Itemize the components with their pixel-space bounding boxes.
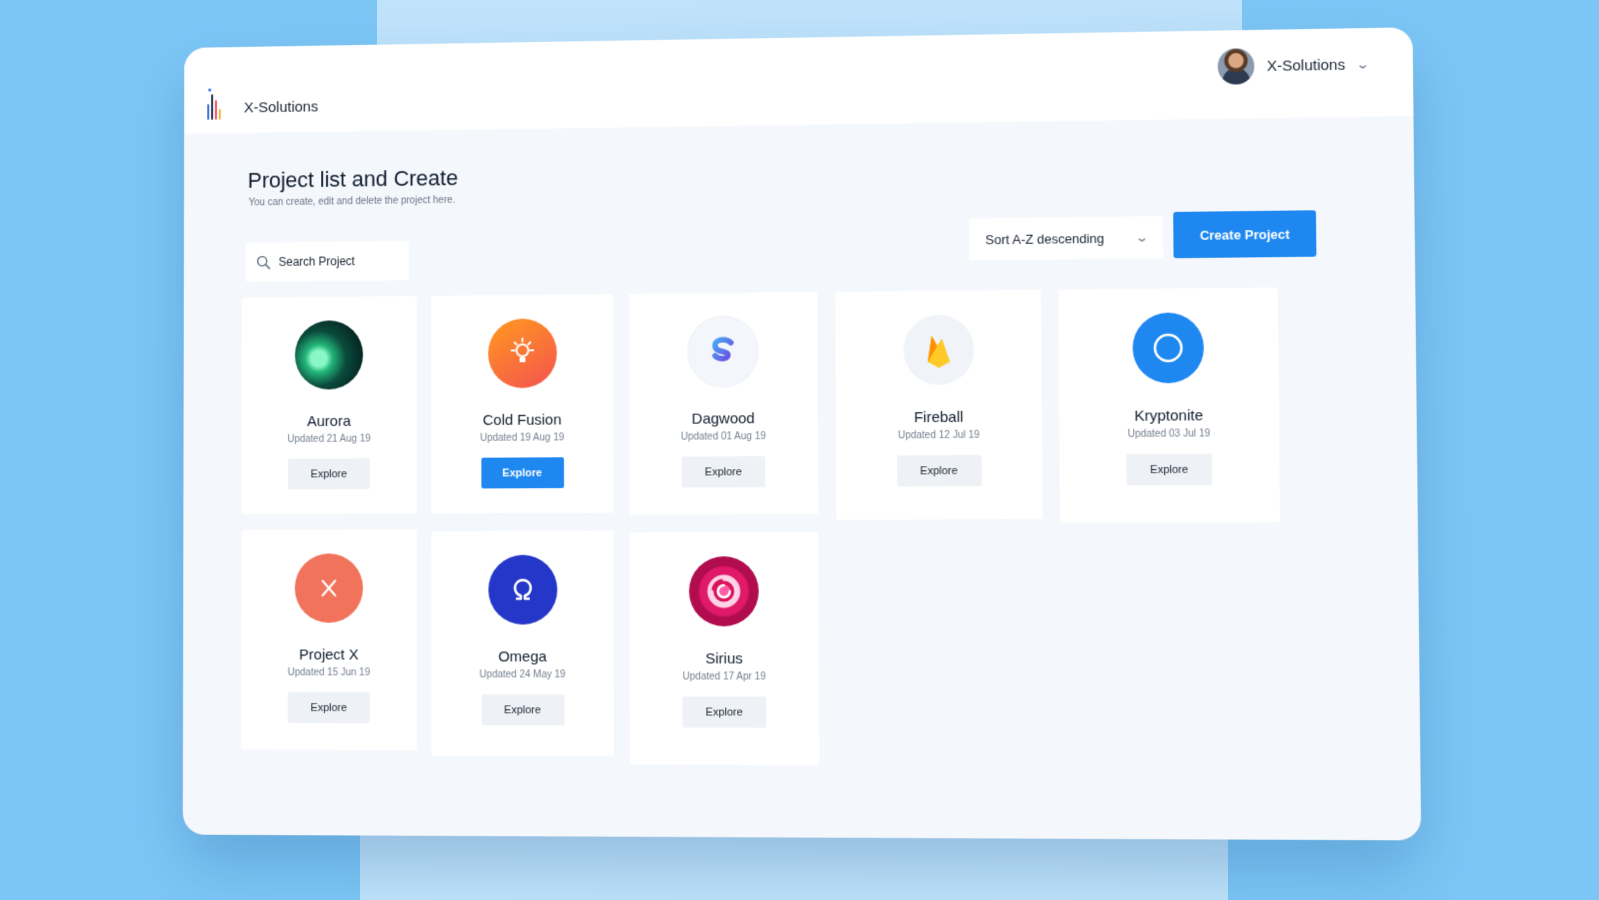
explore-button[interactable]: Explore [481,694,565,726]
project-card-cold-fusion: Cold Fusion Updated 19 Aug 19 Explore [431,294,614,514]
lightbulb-icon [487,318,557,389]
swirl-icon [688,556,759,627]
explore-button[interactable]: Explore [480,457,564,489]
chevron-down-icon[interactable]: ⌄ [1355,57,1370,71]
project-name: Aurora [307,413,351,431]
explore-button[interactable]: Explore [896,454,982,487]
project-name: Sirius [705,650,743,668]
project-grid: Aurora Updated 21 Aug 19 Explore Cold Fu… [241,287,1317,766]
project-updated: Updated 15 Jun 19 [287,667,371,679]
avatar[interactable] [1217,48,1255,85]
search-input[interactable]: Search Project [245,240,409,282]
chevron-down-icon: ⌄ [1134,230,1150,245]
app-window: X-Solutions X-Solutions ⌄ Project list a… [182,27,1422,841]
create-project-button[interactable]: Create Project [1173,210,1317,259]
search-icon [256,255,271,270]
project-updated: Updated 03 Jul 19 [1127,428,1211,440]
project-card-aurora: Aurora Updated 21 Aug 19 Explore [241,295,417,515]
project-updated: Updated 12 Jul 19 [897,429,980,442]
user-menu[interactable]: X-Solutions ⌄ [1217,46,1370,85]
explore-button[interactable]: Explore [287,692,370,724]
page-title: Project list and Create [247,165,459,193]
sort-label: Sort A-Z descending [985,230,1105,247]
flame-icon [902,314,974,386]
explore-button[interactable]: Explore [288,458,370,490]
x-icon [294,553,363,623]
explore-button[interactable]: Explore [682,696,767,728]
aurora-icon [294,320,364,390]
top-bar: X-Solutions X-Solutions ⌄ [184,27,1414,134]
project-updated: Updated 24 May 19 [479,669,566,681]
project-card-fireball: Fireball Updated 12 Jul 19 Explore [835,289,1043,520]
brand-name: X-Solutions [243,98,319,117]
project-name: Omega [498,648,547,666]
explore-button[interactable]: Explore [681,456,766,488]
letter-s-icon [688,316,758,387]
project-updated: Updated 01 Aug 19 [680,431,766,443]
project-name: Kryptonite [1134,407,1204,425]
app-container: X-Solutions X-Solutions ⌄ Project list a… [182,27,1422,841]
ring-icon [1132,312,1205,384]
logo-icon [207,88,221,120]
explore-button[interactable]: Explore [1126,453,1213,486]
project-updated: Updated 19 Aug 19 [480,432,565,444]
sort-select[interactable]: Sort A-Z descending ⌄ [969,216,1164,261]
project-updated: Updated 17 Apr 19 [682,671,766,683]
omega-icon [487,554,557,625]
project-name: Fireball [913,408,964,427]
project-name: Dagwood [691,410,755,428]
project-name: Cold Fusion [482,411,562,429]
project-card-sirius: Sirius Updated 17 Apr 19 Explore [629,531,820,766]
project-card-project-x: Project X Updated 15 Jun 19 Explore [241,529,417,751]
project-card-omega: Omega Updated 24 May 19 Explore [431,530,615,757]
project-card-dagwood: Dagwood Updated 01 Aug 19 Explore [628,291,819,515]
project-name: Project X [299,646,359,664]
project-card-kryptonite: Kryptonite Updated 03 Jul 19 Explore [1058,287,1280,524]
user-name[interactable]: X-Solutions [1267,56,1346,74]
project-updated: Updated 21 Aug 19 [287,433,371,445]
search-placeholder: Search Project [278,254,355,269]
page-subtitle: You can create, edit and delete the proj… [248,194,456,209]
